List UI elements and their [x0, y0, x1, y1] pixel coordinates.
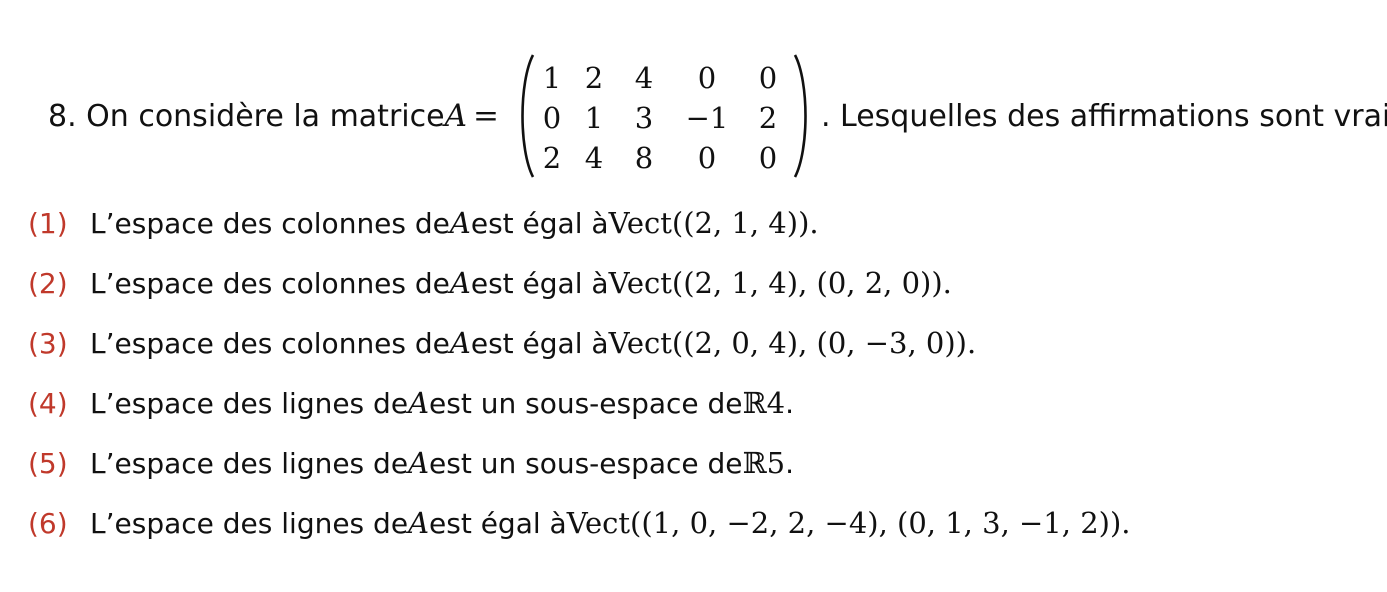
matrix-cell: 4 [584, 141, 604, 175]
option-exponent: 4 [766, 386, 786, 420]
option-number: (4) [28, 386, 68, 420]
option-variable: A [449, 206, 471, 240]
matrix-cell: 2 [758, 101, 778, 135]
matrix-cell: 0 [542, 101, 562, 135]
matrix-cell: 4 [634, 61, 654, 95]
options-list: (1) L’espace des colonnes de A est égal … [28, 193, 1131, 553]
matrix-cell: −1 [685, 101, 729, 135]
option-number: (1) [28, 206, 68, 240]
option-5: (5) L’espace des lignes de A est un sous… [28, 433, 1131, 493]
question-suffix: . Lesquelles des affirmations sont vraie… [820, 98, 1387, 134]
option-number: (5) [28, 446, 68, 480]
option-math: Vect((1, 0, −2, 2, −4), (0, 1, 3, −1, 2)… [566, 506, 1131, 540]
option-3: (3) L’espace des colonnes de A est égal … [28, 313, 1131, 373]
matrix-cell: 2 [542, 141, 562, 175]
option-text: L’espace des colonnes de [90, 206, 450, 240]
option-period: . [785, 386, 794, 420]
matrix-cell: 1 [584, 101, 604, 135]
option-math: Vect((2, 0, 4), (0, −3, 0)). [608, 326, 977, 360]
right-parenthesis [793, 54, 807, 178]
option-4: (4) L’espace des lignes de A est un sous… [28, 373, 1131, 433]
option-text: L’espace des lignes de [90, 506, 409, 540]
matrix-cell: 0 [758, 141, 778, 175]
option-text: L’espace des lignes de [90, 386, 409, 420]
matrix-cell: 0 [758, 61, 778, 95]
option-variable: A [408, 506, 430, 540]
equals-sign: = [472, 98, 499, 134]
option-variable: A [449, 326, 471, 360]
option-exponent: 5 [766, 446, 786, 480]
option-period: . [785, 446, 794, 480]
option-math: Vect((2, 1, 4), (0, 2, 0)). [608, 266, 952, 300]
option-math: ℝ [742, 446, 767, 480]
option-mid: est un sous-espace de [429, 386, 743, 420]
matrix-cell: 2 [584, 61, 604, 95]
option-mid: est égal à [470, 326, 609, 360]
option-variable: A [449, 266, 471, 300]
matrix-cell: 0 [697, 141, 717, 175]
matrix-cell: 1 [542, 61, 562, 95]
matrix-cell: 8 [634, 141, 654, 175]
matrix-A: 1 2 4 0 0 0 1 3 −1 2 2 4 8 0 0 [515, 52, 815, 180]
option-text: L’espace des colonnes de [90, 266, 450, 300]
option-variable: A [408, 386, 430, 420]
option-number: (3) [28, 326, 68, 360]
option-mid: est égal à [470, 266, 609, 300]
option-2: (2) L’espace des colonnes de A est égal … [28, 253, 1131, 313]
matrix-cell: 0 [697, 61, 717, 95]
option-variable: A [408, 446, 430, 480]
option-math: Vect((2, 1, 4)). [608, 206, 819, 240]
option-text: L’espace des colonnes de [90, 326, 450, 360]
option-text: L’espace des lignes de [90, 446, 409, 480]
matrix-variable: A [444, 98, 467, 134]
question-prefix: 8. On considère la matrice [48, 98, 445, 134]
question-line: 8. On considère la matrice A = 1 2 4 0 0 0 1 3−… [48, 50, 1387, 182]
option-mid: est égal à [470, 206, 609, 240]
matrix-grid: 1 2 4 0 0 0 1 3 −1 2 2 4 8 0 0 [535, 58, 791, 176]
left-parenthesis [521, 54, 535, 178]
option-mid: est égal à [429, 506, 567, 540]
option-number: (6) [28, 506, 68, 540]
option-number: (2) [28, 266, 68, 300]
option-1: (1) L’espace des colonnes de A est égal … [28, 193, 1131, 253]
option-mid: est un sous-espace de [429, 446, 743, 480]
option-math: ℝ [742, 386, 767, 420]
matrix-cell: 3 [634, 101, 654, 135]
option-6: (6) L’espace des lignes de A est égal à … [28, 493, 1131, 553]
